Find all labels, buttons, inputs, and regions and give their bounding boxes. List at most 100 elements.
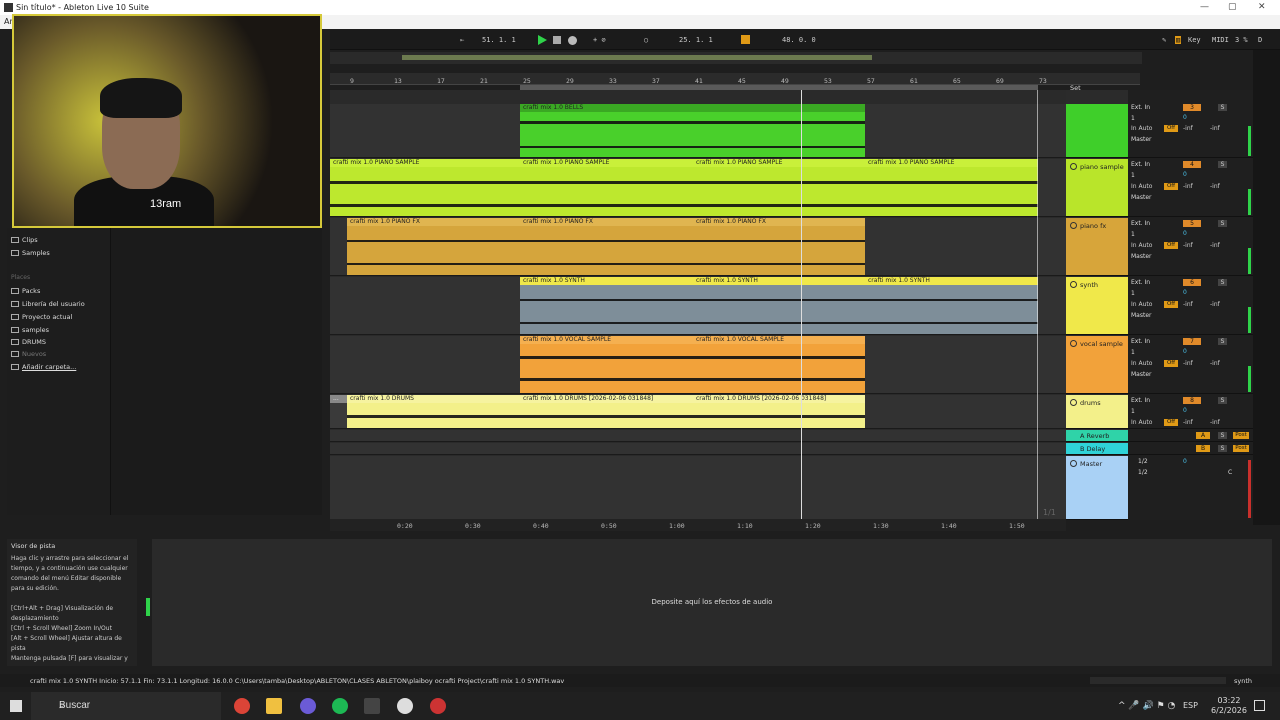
solo-button[interactable]: S [1218,220,1227,227]
input-channel[interactable]: 1 [1131,290,1135,297]
discord-icon[interactable] [300,698,316,714]
track-number[interactable]: 8 [1183,397,1201,404]
master-volume[interactable]: 0 [1183,458,1187,465]
maximize-icon[interactable]: ▢ [1228,2,1237,12]
audio-clip[interactable]: crafti mix 1.0 PIANO SAMPLE [865,159,1038,216]
audio-clip[interactable]: crafti mix 1.0 VOCAL SAMPLE [693,336,865,393]
close-icon[interactable]: ✕ [1258,2,1266,12]
master-out[interactable]: 1/2 [1138,469,1148,476]
spotify-icon[interactable] [332,698,348,714]
cue-out[interactable]: 1/2 [1138,458,1148,465]
browser-item-current-project[interactable]: Proyecto actual [11,313,72,321]
input-type[interactable]: Ext. In [1131,338,1150,345]
monitor-in[interactable]: In Auto [1131,360,1152,367]
track-lane[interactable]: ... crafti mix 1.0 DRUMS crafti mix 1.0 … [330,395,1066,429]
browser-item-clips[interactable]: Clips [11,236,38,244]
track-volume[interactable]: 0 [1183,230,1187,237]
track-number[interactable]: 7 [1183,338,1201,345]
audio-clip[interactable]: crafti mix 1.0 SYNTH [520,277,693,334]
input-type[interactable]: Ext. In [1131,104,1150,111]
keyboard-language[interactable]: ESP [1183,701,1198,710]
input-channel[interactable]: 1 [1131,349,1135,356]
master-header[interactable]: Master [1066,456,1128,520]
draw-toggle-icon[interactable]: ▥ [1175,36,1182,44]
monitor-off[interactable]: Off [1164,125,1178,132]
time-ruler[interactable]: 0:20 0:30 0:40 0:50 1:00 1:10 1:20 1:30 … [330,519,1066,531]
browser-item-new[interactable]: Nuevos [11,350,46,358]
monitor-in[interactable]: In Auto [1131,301,1152,308]
browser-item-samples[interactable]: Samples [11,249,50,257]
monitor-off[interactable]: Off [1164,419,1178,426]
scroll-panel[interactable] [1253,50,1280,525]
app-icon-red[interactable] [430,698,446,714]
monitor-off[interactable]: Off [1164,183,1178,190]
fold-icon[interactable] [1070,163,1077,170]
file-explorer-icon[interactable] [266,698,282,714]
track-header[interactable]: synth [1066,277,1128,335]
draw-mode-icon[interactable]: ✎ [1162,36,1166,44]
device-view[interactable]: Deposite aquí los efectos de audio [152,539,1272,666]
post-button[interactable]: Post [1233,432,1249,439]
solo-button[interactable]: S [1218,445,1227,452]
loop-length[interactable]: 48. 0. 0 [782,36,816,44]
audio-clip[interactable]: crafti mix 1.0 PIANO SAMPLE [520,159,693,216]
tray-icons[interactable]: ^ 🎤 🔊 ⚑ ◔ [1118,701,1175,711]
browser-item-user-library[interactable]: Librería del usuario [11,300,85,308]
audio-clip[interactable]: crafti mix 1.0 PIANO FX [520,218,693,275]
audio-clip[interactable]: crafti mix 1.0 PIANO FX [693,218,865,275]
master-pan[interactable]: C [1228,469,1232,476]
fold-icon[interactable] [1070,340,1077,347]
master-lane[interactable] [330,456,1066,520]
input-type[interactable]: Ext. In [1131,397,1150,404]
track-header[interactable] [1066,104,1128,158]
return-lane[interactable] [330,443,1066,455]
add-folder-button[interactable]: Añadir carpeta... [11,363,76,371]
audio-clip[interactable]: crafti mix 1.0 DRUMS [347,395,520,428]
track-number[interactable]: 4 [1183,161,1201,168]
status-scroll[interactable] [1090,677,1226,684]
input-channel[interactable]: 1 [1131,115,1135,122]
output-routing[interactable]: Master [1131,136,1152,143]
track-lane[interactable]: crafti mix 1.0 PIANO SAMPLE crafti mix 1… [330,159,1066,217]
track-lane[interactable]: crafti mix 1.0 BELLS [330,104,1066,158]
monitor-in[interactable]: In Auto [1131,125,1152,132]
windows-start-icon[interactable] [10,700,22,712]
input-channel[interactable]: 1 [1131,231,1135,238]
notifications-icon[interactable] [1254,700,1265,711]
input-type[interactable]: Ext. In [1131,161,1150,168]
input-type[interactable]: Ext. In [1131,279,1150,286]
track-name[interactable]: synth [1080,281,1098,289]
track-header[interactable]: piano sample [1066,159,1128,217]
fold-icon[interactable] [1070,460,1077,467]
taskbar-clock[interactable]: 03:22 6/2/2026 [1206,696,1252,716]
return-header[interactable]: B Delay [1066,443,1128,455]
track-volume[interactable]: 0 [1183,407,1187,414]
track-volume[interactable]: 0 [1183,348,1187,355]
loop-start[interactable]: 25. 1. 1 [679,36,713,44]
arrangement-view[interactable]: crafti mix 1.0 BELLS crafti mix 1.0 PIAN… [330,90,1066,520]
output-routing[interactable]: Master [1131,371,1152,378]
obs-icon[interactable] [397,698,413,714]
input-channel[interactable]: 1 [1131,172,1135,179]
track-name[interactable]: piano fx [1080,222,1106,230]
track-lane[interactable]: crafti mix 1.0 VOCAL SAMPLE crafti mix 1… [330,336,1066,394]
input-type[interactable]: Ext. In [1131,220,1150,227]
loop-record-icon[interactable]: ○ [644,36,648,44]
output-routing[interactable]: Master [1131,312,1152,319]
fold-icon[interactable] [1070,281,1077,288]
loop-switch-icon[interactable] [741,35,750,44]
audio-clip[interactable]: crafti mix 1.0 BELLS [520,104,865,157]
track-header[interactable]: piano fx [1066,218,1128,276]
track-name[interactable]: A Reverb [1080,432,1109,440]
track-lane[interactable]: crafti mix 1.0 SYNTH crafti mix 1.0 SYNT… [330,277,1066,335]
fold-icon[interactable] [1070,399,1077,406]
record-button[interactable] [568,36,577,45]
audio-clip[interactable]: crafti mix 1.0 PIANO FX [347,218,520,275]
solo-button[interactable]: S [1218,161,1227,168]
track-volume[interactable]: 0 [1183,171,1187,178]
input-channel[interactable]: 1 [1131,408,1135,415]
audio-clip[interactable]: crafti mix 1.0 PIANO SAMPLE [330,159,520,216]
track-lane[interactable]: crafti mix 1.0 PIANO FX crafti mix 1.0 P… [330,218,1066,276]
browser-item-samples-folder[interactable]: samples [11,326,49,334]
audio-clip[interactable]: ... [330,395,347,428]
